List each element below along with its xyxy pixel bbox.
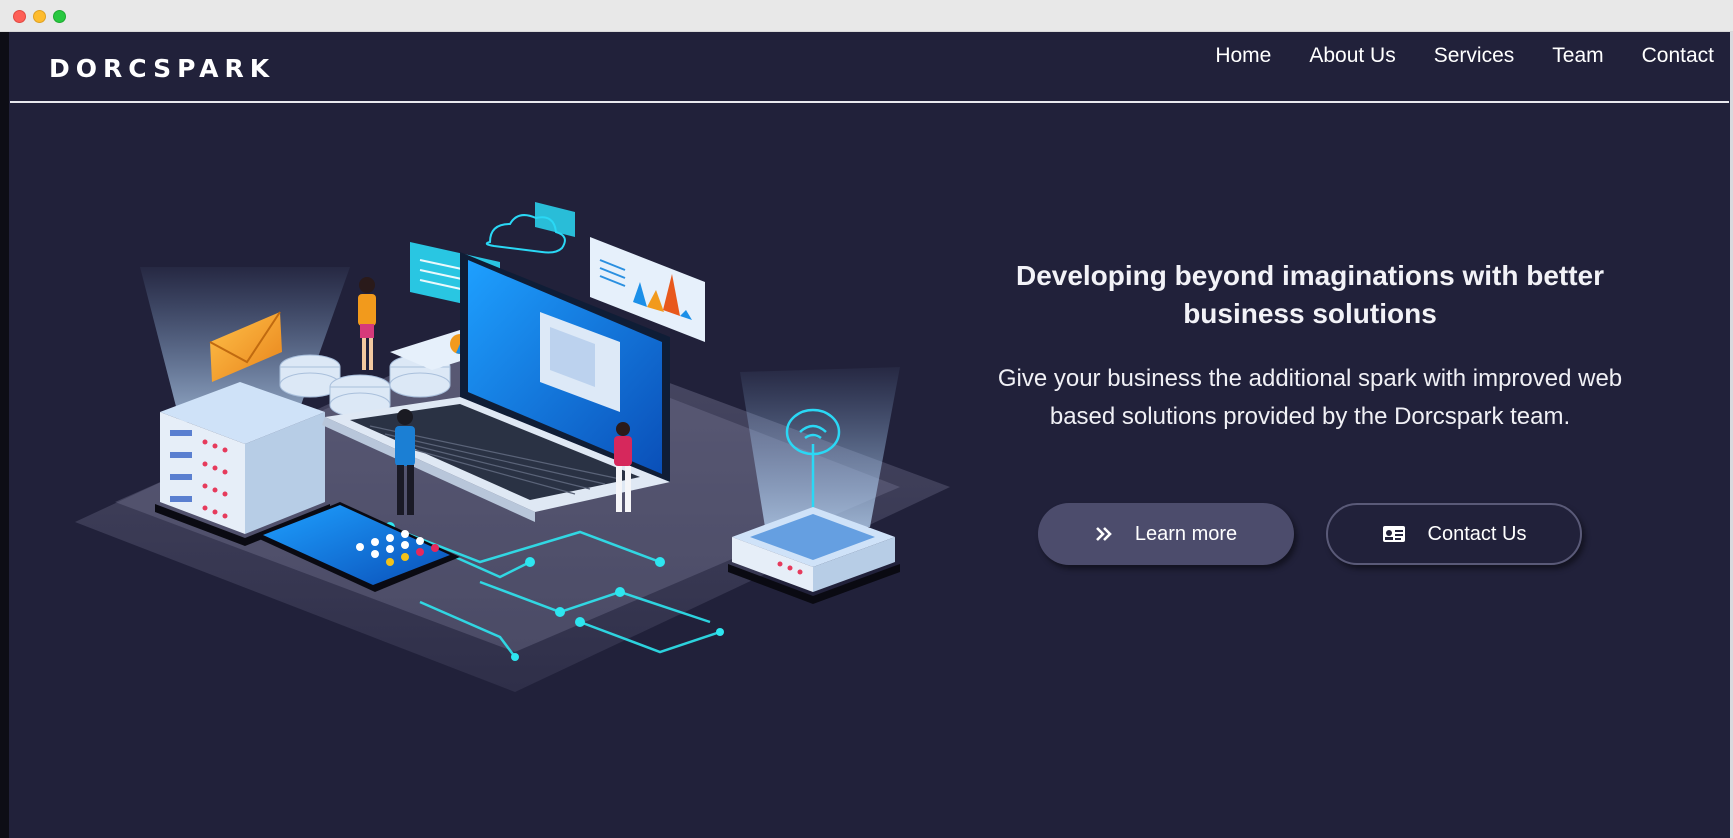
nav-link-home[interactable]: Home — [1215, 44, 1271, 68]
hero-illustration — [75, 202, 950, 692]
nav-link-about-us[interactable]: About Us — [1309, 44, 1395, 68]
close-window-button[interactable] — [13, 10, 26, 23]
nav-link-team[interactable]: Team — [1552, 44, 1603, 68]
contact-card-icon — [1382, 525, 1406, 543]
brand-logo[interactable]: DORCSPARK — [49, 54, 275, 83]
navbar: DORCSPARK Home About Us Services Team Co… — [9, 32, 1730, 102]
nav-link-contact[interactable]: Contact — [1642, 44, 1714, 68]
learn-more-label: Learn more — [1134, 522, 1238, 545]
hero-text-block: Developing beyond imaginations with bett… — [990, 257, 1630, 436]
left-edge-strip — [0, 32, 9, 838]
learn-more-button[interactable]: Learn more — [1038, 503, 1294, 565]
hero-title: Developing beyond imaginations with bett… — [1015, 260, 1605, 329]
minimize-window-button[interactable] — [33, 10, 46, 23]
maximize-window-button[interactable] — [53, 10, 66, 23]
contact-us-button[interactable]: Contact Us — [1326, 503, 1582, 565]
nav-link-services[interactable]: Services — [1434, 44, 1515, 68]
navbar-divider — [10, 101, 1729, 103]
hero-subtitle: Give your business the additional spark … — [997, 365, 1623, 430]
page-viewport: DORCSPARK Home About Us Services Team Co… — [0, 32, 1733, 838]
contact-us-label: Contact Us — [1427, 522, 1527, 545]
nav-links: Home About Us Services Team Contact — [1215, 44, 1714, 68]
person-standing-woman — [358, 277, 376, 370]
double-chevron-right-icon — [1095, 526, 1113, 542]
browser-window-chrome — [0, 0, 1733, 32]
hero-button-row: Learn more Contact Us — [1038, 503, 1582, 565]
